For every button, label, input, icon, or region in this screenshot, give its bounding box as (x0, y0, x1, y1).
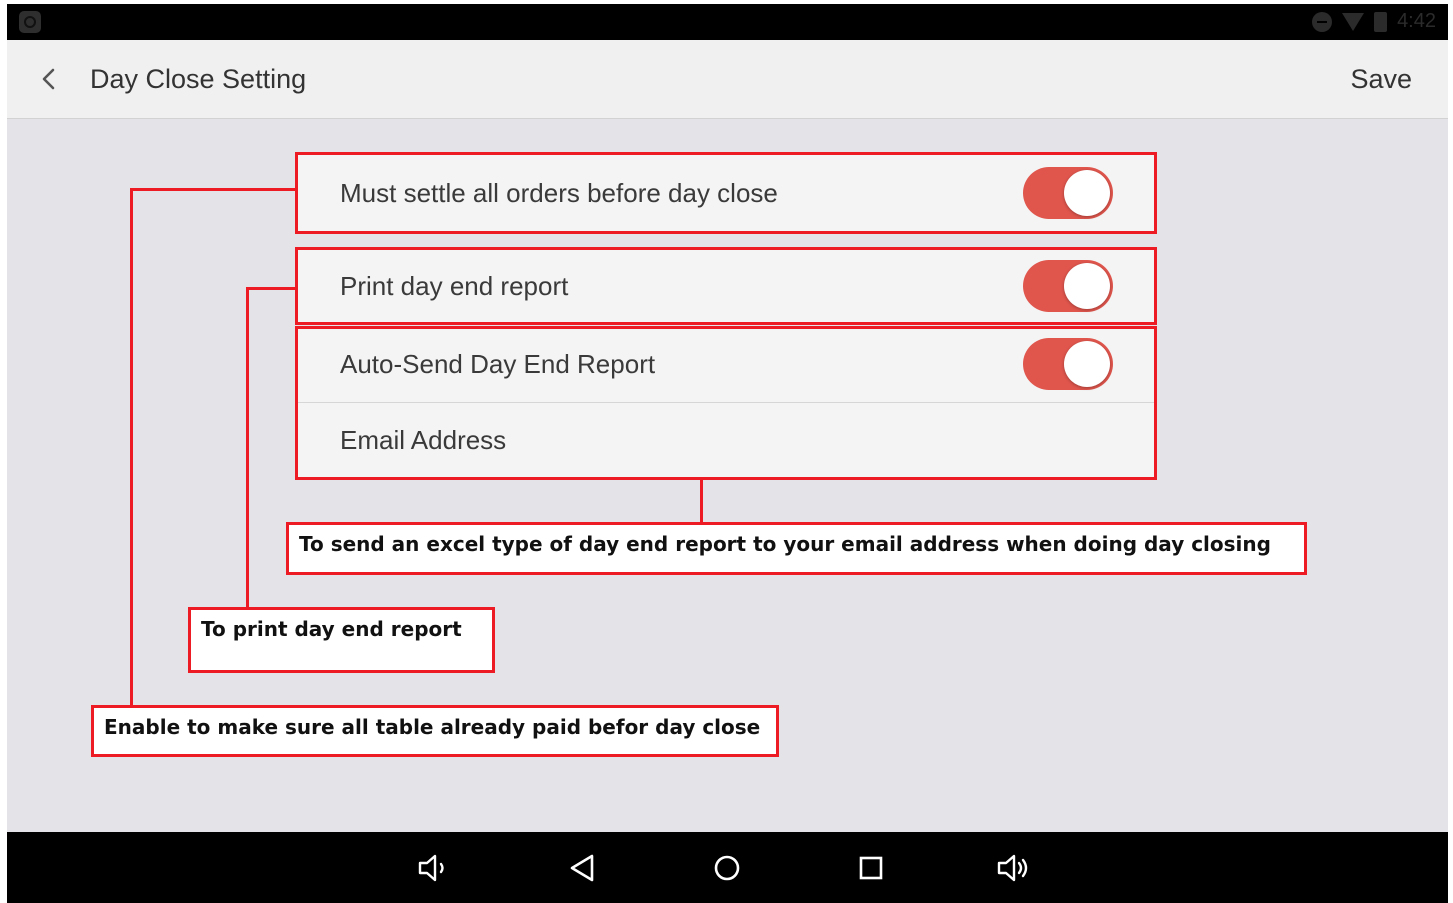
annotation-box-email (295, 326, 1157, 480)
page-title: Day Close Setting (90, 64, 307, 94)
navigation-bar (7, 832, 1448, 903)
volume-down-icon[interactable] (416, 850, 452, 886)
app-bar: Day Close Setting Save (7, 40, 1448, 119)
status-icons: 4:42 (1312, 10, 1436, 33)
back-icon[interactable] (565, 850, 601, 886)
app-icon (19, 11, 41, 33)
status-bar: 4:42 (7, 4, 1448, 40)
save-button[interactable]: Save (1350, 64, 1412, 95)
volume-up-icon[interactable] (995, 850, 1031, 886)
status-time: 4:42 (1397, 10, 1436, 32)
home-icon[interactable] (709, 850, 745, 886)
connector-line-settle (130, 188, 295, 191)
connector-line-print (246, 287, 295, 290)
callout-email: To send an excel type of day end report … (286, 522, 1307, 575)
wifi-icon (1342, 12, 1365, 31)
connector-line-print (246, 287, 249, 609)
connector-line-email (700, 480, 703, 522)
connector-line-settle (130, 188, 133, 706)
recents-icon[interactable] (853, 850, 889, 886)
battery-icon (1374, 11, 1388, 32)
callout-print: To print day end report (188, 607, 495, 673)
device-screen: 4:42 Day Close Setting Save Must settle … (7, 4, 1448, 903)
annotation-box-print (295, 247, 1157, 325)
callout-settle: Enable to make sure all table already pa… (91, 705, 779, 757)
back-arrow-icon[interactable] (33, 62, 63, 96)
do-not-disturb-icon (1312, 11, 1333, 32)
annotation-box-settle (295, 152, 1157, 234)
